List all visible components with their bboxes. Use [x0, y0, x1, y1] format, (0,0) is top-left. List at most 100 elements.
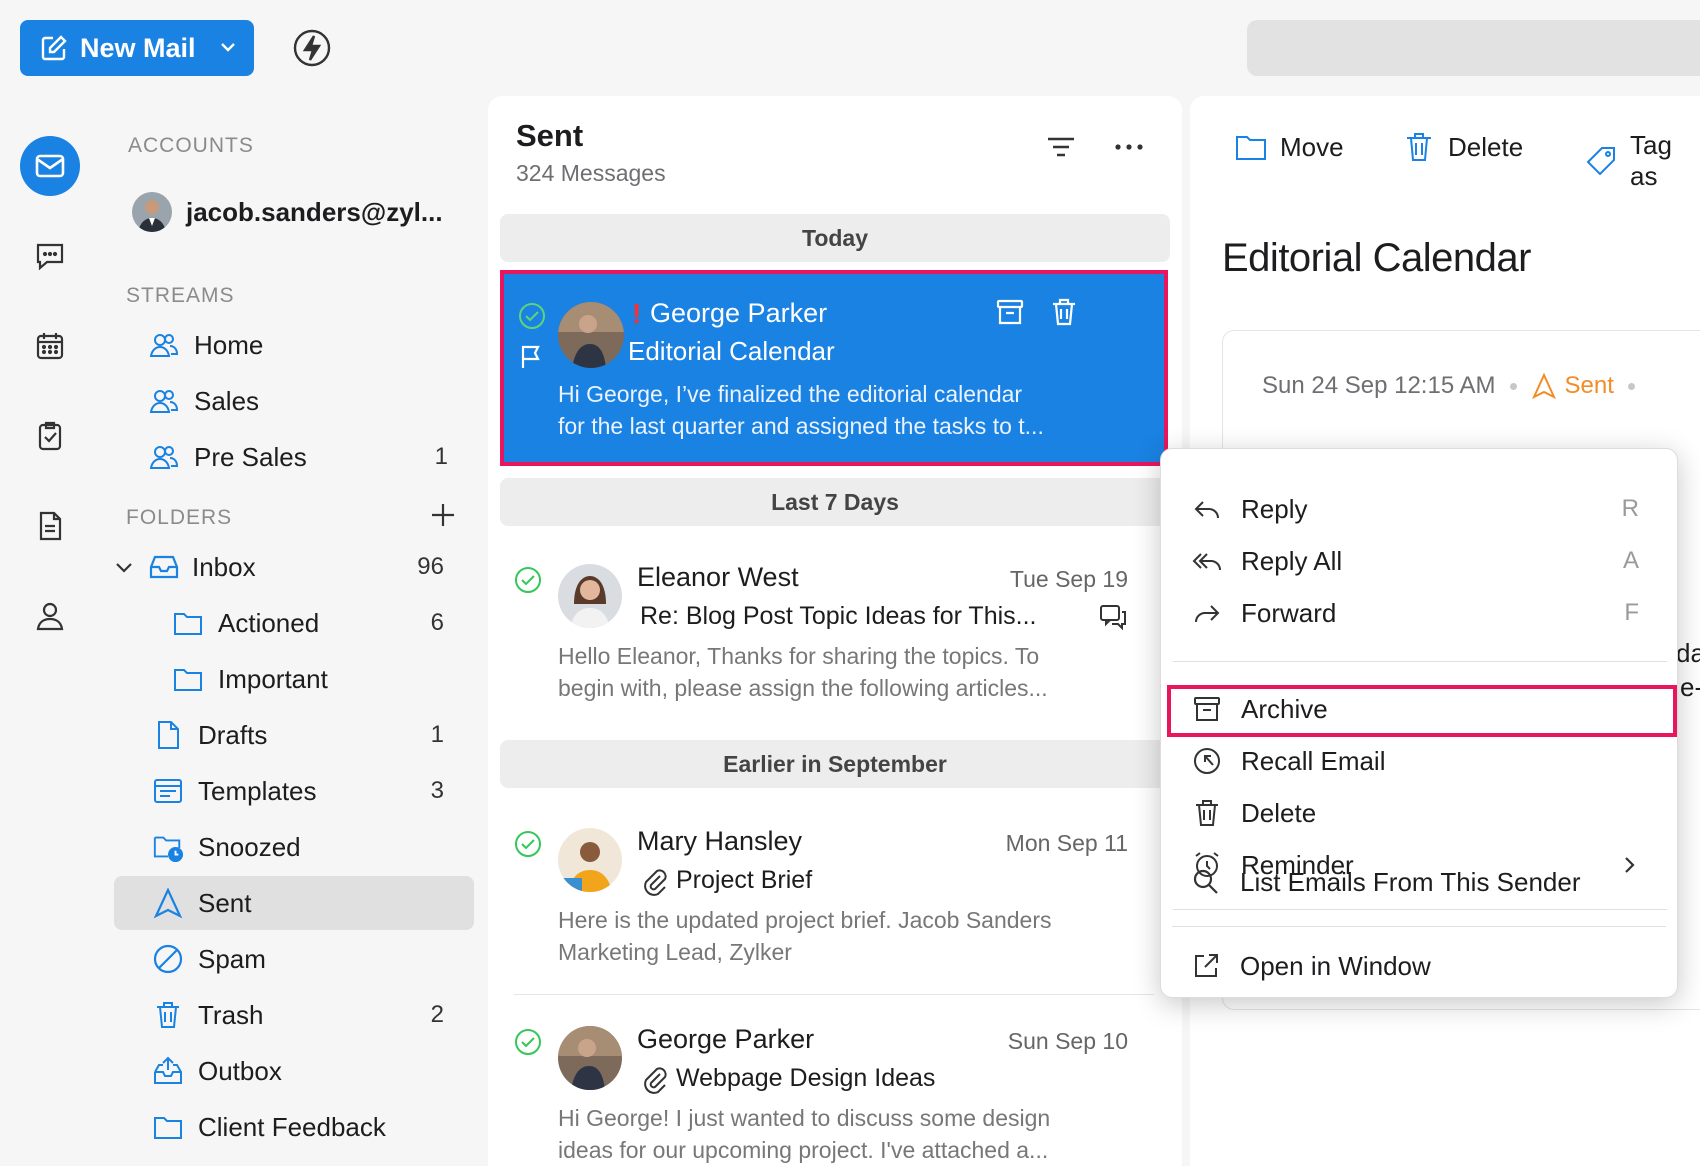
stream-label: Sales — [194, 385, 260, 416]
list-title: Sent — [516, 118, 584, 153]
menu-item-open-in-window[interactable]: Open in Window — [1190, 940, 1650, 992]
attachment-icon — [640, 1064, 668, 1094]
snooze-folder-icon — [152, 831, 184, 863]
forward-icon — [1191, 597, 1223, 629]
menu-item-reply[interactable]: Reply R — [1191, 483, 1651, 535]
attachment-icon — [640, 866, 668, 896]
unread-count: 1 — [430, 721, 444, 748]
chevron-down-icon[interactable] — [218, 37, 238, 57]
sender-name: George Parker — [650, 298, 828, 328]
sent-icon — [1531, 373, 1556, 399]
sent-status: Sent — [1531, 372, 1614, 400]
calendar-icon[interactable] — [32, 328, 68, 364]
sender-name: Eleanor West — [637, 562, 799, 592]
menu-separator — [1172, 926, 1666, 927]
message-item[interactable]: Eleanor West Tue Sep 19 Re: Blog Post To… — [500, 556, 1170, 716]
folder-trash[interactable]: Trash 2 — [152, 988, 474, 1042]
more-options-icon[interactable] — [1112, 130, 1146, 164]
subject: Webpage Design Ideas — [676, 1064, 936, 1092]
stream-pre-sales[interactable]: Pre Sales 1 — [148, 430, 464, 484]
message-item[interactable]: George Parker Sun Sep 10 Webpage Design … — [500, 1018, 1170, 1166]
folder-icon — [172, 663, 204, 695]
chevron-down-icon[interactable] — [114, 557, 140, 577]
menu-label: Forward — [1241, 597, 1337, 628]
message-date: Mon Sep 11 — [1005, 830, 1128, 856]
mail-icon — [35, 154, 65, 178]
stream-sales[interactable]: Sales — [148, 374, 508, 428]
folder-spam[interactable]: Spam — [152, 932, 474, 986]
folder-outbox[interactable]: Outbox — [152, 1044, 474, 1098]
search-icon — [1190, 866, 1222, 898]
chat-icon[interactable] — [32, 238, 68, 274]
trash-icon[interactable] — [1048, 296, 1080, 328]
menu-item-recall-email[interactable]: Recall Email — [1191, 735, 1651, 787]
shortcut-key: A — [1622, 547, 1639, 574]
tasks-icon[interactable] — [32, 418, 68, 454]
preview-line: Hello Eleanor, Thanks for sharing the to… — [558, 643, 1040, 669]
move-button[interactable]: Move — [1234, 130, 1344, 164]
group-icon — [148, 329, 180, 361]
folder-label: Templates — [198, 775, 317, 806]
folder-label: Outbox — [198, 1055, 282, 1086]
menu-item-reply-all[interactable]: Reply All A — [1191, 535, 1651, 587]
new-mail-button[interactable]: New Mail — [20, 20, 254, 76]
folder-icon — [1234, 130, 1268, 164]
folder-label: Sent — [198, 887, 252, 918]
folder-actioned[interactable]: Actioned 6 — [172, 596, 474, 650]
folder-label: Actioned — [218, 607, 320, 638]
sent-check-icon — [514, 1028, 542, 1056]
folders-header: FOLDERS — [126, 506, 233, 529]
spam-icon — [152, 943, 184, 975]
sent-status-label: Sent — [1564, 372, 1614, 399]
folder-important[interactable]: Important — [172, 652, 474, 706]
lightning-icon[interactable] — [292, 28, 332, 68]
account-item[interactable]: jacob.sanders@zyl... — [132, 192, 443, 232]
sent-check-icon — [518, 302, 546, 330]
sender-name: George Parker — [637, 1024, 815, 1054]
trash-icon — [152, 999, 184, 1031]
menu-item-delete[interactable]: Delete — [1191, 787, 1651, 839]
folder-snoozed[interactable]: Snoozed — [152, 820, 474, 874]
contacts-icon[interactable] — [32, 598, 68, 634]
unread-count: 96 — [417, 553, 444, 580]
filter-icon[interactable] — [1044, 130, 1078, 164]
flag-icon[interactable] — [518, 344, 544, 370]
menu-item-list-emails-from-sender[interactable]: List Emails From This Sender — [1190, 856, 1650, 908]
folder-label: Spam — [198, 943, 266, 974]
folder-templates[interactable]: Templates 3 — [152, 764, 474, 818]
tag-label: Tag as — [1630, 130, 1672, 191]
menu-item-forward[interactable]: Forward F — [1191, 587, 1651, 639]
folder-inbox[interactable]: Inbox 96 — [114, 540, 474, 594]
template-icon — [152, 775, 184, 807]
outbox-icon — [152, 1055, 184, 1087]
add-folder-icon[interactable] — [430, 502, 456, 528]
divider — [514, 994, 1154, 995]
folder-label: Client Feedback — [198, 1111, 386, 1142]
message-item[interactable]: Mary Hansley Mon Sep 11 Project Brief He… — [500, 820, 1170, 980]
folder-sent[interactable]: Sent — [114, 876, 474, 930]
compose-icon — [40, 34, 68, 62]
email-subject-title: Editorial Calendar — [1222, 236, 1531, 280]
avatar — [558, 1026, 622, 1090]
draft-icon — [152, 719, 184, 751]
email-meta: Sun 24 Sep 12:15 AM Sent — [1262, 372, 1649, 400]
sent-icon — [152, 887, 184, 919]
notes-icon[interactable] — [32, 508, 68, 544]
folder-client-feedback[interactable]: Client Feedback — [152, 1100, 474, 1154]
delete-button[interactable]: Delete — [1402, 130, 1523, 164]
folder-icon — [172, 607, 204, 639]
stream-home[interactable]: Home — [148, 318, 508, 372]
search-bar[interactable] — [1247, 20, 1700, 76]
accounts-header: ACCOUNTS — [128, 134, 254, 157]
folder-label: Drafts — [198, 719, 268, 750]
stream-label: Home — [194, 329, 264, 360]
folder-label: Inbox — [192, 551, 256, 582]
avatar — [558, 302, 624, 368]
message-item-selected[interactable]: ! George Parker Editorial Calendar Hi Ge… — [500, 270, 1168, 466]
tag-button[interactable]: Tag as — [1584, 130, 1700, 192]
archive-icon[interactable] — [994, 296, 1026, 328]
mail-rail-button[interactable] — [20, 136, 80, 196]
folder-drafts[interactable]: Drafts 1 — [152, 708, 474, 762]
unread-count: 6 — [430, 609, 444, 636]
account-email: jacob.sanders@zyl... — [186, 196, 443, 227]
